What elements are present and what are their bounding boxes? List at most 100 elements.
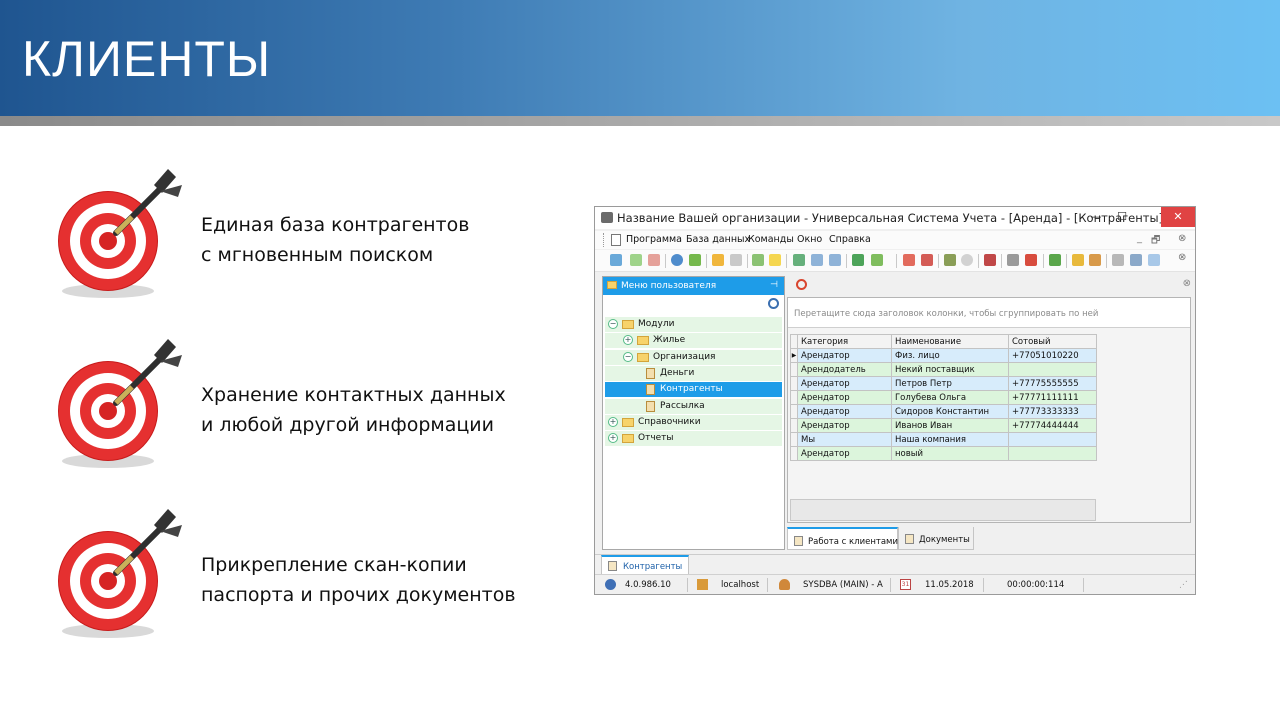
export-menu-icon[interactable]	[871, 254, 883, 266]
table-row[interactable]: Арендатор Голубева Ольга +77771111111	[790, 390, 1097, 405]
mdi-minimize-button[interactable]: _	[1137, 233, 1142, 244]
table-row[interactable]: Арендодатель Некий поставщик	[790, 362, 1097, 377]
tree-search[interactable]	[603, 295, 784, 313]
cell-mobile[interactable]	[1008, 446, 1097, 461]
cell-category[interactable]: Мы	[797, 432, 892, 447]
window-new-icon[interactable]	[903, 254, 915, 266]
cell-category[interactable]: Арендатор	[797, 418, 892, 433]
menu-item-program[interactable]: Программа	[626, 234, 682, 245]
column-header-name[interactable]: Наименование	[891, 334, 1009, 349]
insert-icon[interactable]	[752, 254, 764, 266]
note-icon[interactable]	[769, 254, 781, 266]
menu-item-help[interactable]: Справка	[829, 234, 871, 245]
close-button[interactable]: ✕	[1161, 207, 1195, 227]
share-icon[interactable]	[1148, 254, 1160, 266]
tab-client-work[interactable]: Работа с клиентами	[787, 527, 898, 550]
cell-mobile[interactable]: +77051010220	[1008, 348, 1097, 363]
group-by-panel[interactable]: Перетащите сюда заголовок колонки, чтобы…	[788, 298, 1190, 328]
clear-filter-icon[interactable]	[730, 254, 742, 266]
tree-item[interactable]: Контрагенты	[605, 382, 782, 398]
table-row[interactable]: Мы Наша компания	[790, 432, 1097, 447]
cell-mobile[interactable]	[1008, 362, 1097, 377]
cell-name[interactable]: Некий поставщик	[891, 362, 1009, 377]
tree-item[interactable]: Деньги	[605, 365, 782, 381]
refresh-circle-icon[interactable]	[796, 279, 807, 290]
menu-item-commands[interactable]: Команды	[748, 234, 794, 245]
pin-icon[interactable]: ⊣	[770, 280, 778, 290]
cell-category[interactable]: Арендатор	[797, 376, 892, 391]
table-icon[interactable]	[1112, 254, 1124, 266]
cell-name[interactable]: Петров Петр	[891, 376, 1009, 391]
print-icon[interactable]	[1130, 254, 1142, 266]
cell-mobile[interactable]: +77773333333	[1008, 404, 1097, 419]
tab-documents[interactable]: Документы	[898, 527, 974, 550]
tree-item[interactable]: + Отчеты	[605, 431, 782, 447]
minimize-button[interactable]: —	[1083, 207, 1109, 227]
window-titlebar[interactable]: Название Вашей организации - Универсальн…	[595, 207, 1195, 229]
move-down-icon[interactable]	[811, 254, 823, 266]
cell-category[interactable]: Арендодатель	[797, 362, 892, 377]
expand-icon[interactable]	[793, 254, 805, 266]
tree-item[interactable]: − Организация	[605, 349, 782, 365]
tree-item[interactable]: + Жилье	[605, 333, 782, 349]
table-row[interactable]: Арендатор Иванов Иван +77774444444	[790, 418, 1097, 433]
document-icon	[905, 534, 914, 544]
table-row[interactable]: Арендатор новый	[790, 446, 1097, 461]
refresh-icon[interactable]	[610, 254, 622, 266]
move-up-icon[interactable]	[829, 254, 841, 266]
tree-item[interactable]: Рассылка	[605, 398, 782, 414]
cell-mobile[interactable]: +77774444444	[1008, 418, 1097, 433]
calendar-icon[interactable]	[984, 254, 996, 266]
clock-icon[interactable]	[961, 254, 973, 266]
menu-item-database[interactable]: База данных	[686, 234, 750, 245]
collapse-icon[interactable]: −	[623, 351, 633, 362]
grip-icon[interactable]	[603, 233, 606, 247]
expand-icon[interactable]: +	[608, 433, 618, 444]
table-row[interactable]: ▶ Арендатор Физ. лицо +77051010220	[790, 348, 1097, 363]
expand-icon[interactable]: +	[608, 416, 618, 427]
menu-item-window[interactable]: Окно	[797, 234, 822, 245]
toolbar-options-icon[interactable]: ⊗	[1178, 252, 1186, 263]
cell-mobile[interactable]: +77775555555	[1008, 376, 1097, 391]
lock-icon[interactable]	[1072, 254, 1084, 266]
tools-icon[interactable]	[1007, 254, 1019, 266]
book-icon[interactable]	[944, 254, 956, 266]
sync-icon[interactable]	[689, 254, 701, 266]
cell-category[interactable]: Арендатор	[797, 348, 892, 363]
mdi-restore-button[interactable]: 🗗	[1151, 233, 1160, 250]
cell-category[interactable]: Арендатор	[797, 390, 892, 405]
table-row[interactable]: Арендатор Сидоров Константин +77773333333	[790, 404, 1097, 419]
cell-name[interactable]: Наша компания	[891, 432, 1009, 447]
cell-category[interactable]: Арендатор	[797, 404, 892, 419]
settings-icon[interactable]	[1025, 254, 1037, 266]
cell-name[interactable]: Голубева Ольга	[891, 390, 1009, 405]
column-header-mobile[interactable]: Сотовый	[1008, 334, 1097, 349]
users-icon[interactable]	[1089, 254, 1101, 266]
expand-icon[interactable]: +	[623, 335, 633, 346]
cell-name[interactable]: Физ. лицо	[891, 348, 1009, 363]
column-header-category[interactable]: Категория	[797, 334, 892, 349]
cell-name[interactable]: новый	[891, 446, 1009, 461]
window-close-icon[interactable]	[921, 254, 933, 266]
cell-name[interactable]: Иванов Иван	[891, 418, 1009, 433]
tree-item[interactable]: − Модули	[605, 317, 782, 332]
cell-category[interactable]: Арендатор	[797, 446, 892, 461]
collapse-icon[interactable]: −	[608, 319, 618, 329]
table-row[interactable]: Арендатор Петров Петр +77775555555	[790, 376, 1097, 391]
cell-name[interactable]: Сидоров Константин	[891, 404, 1009, 419]
filter-icon[interactable]	[712, 254, 724, 266]
mdi-close-button[interactable]: ⊗	[1178, 233, 1186, 244]
delete-record-icon[interactable]	[648, 254, 660, 266]
resize-grip-icon[interactable]: ⋰	[1179, 580, 1188, 590]
cell-mobile[interactable]	[1008, 432, 1097, 447]
chart-icon[interactable]	[1049, 254, 1061, 266]
tab-contractors[interactable]: Контрагенты	[601, 555, 689, 575]
grid-options-icon[interactable]: ⊗	[1183, 278, 1191, 289]
search-icon[interactable]	[768, 298, 779, 309]
maximize-button[interactable]: ☐	[1109, 207, 1135, 227]
cell-mobile[interactable]: +77771111111	[1008, 390, 1097, 405]
export-icon[interactable]	[852, 254, 864, 266]
tree-item[interactable]: + Справочники	[605, 414, 782, 430]
new-record-icon[interactable]	[630, 254, 642, 266]
search-icon[interactable]	[671, 254, 683, 266]
